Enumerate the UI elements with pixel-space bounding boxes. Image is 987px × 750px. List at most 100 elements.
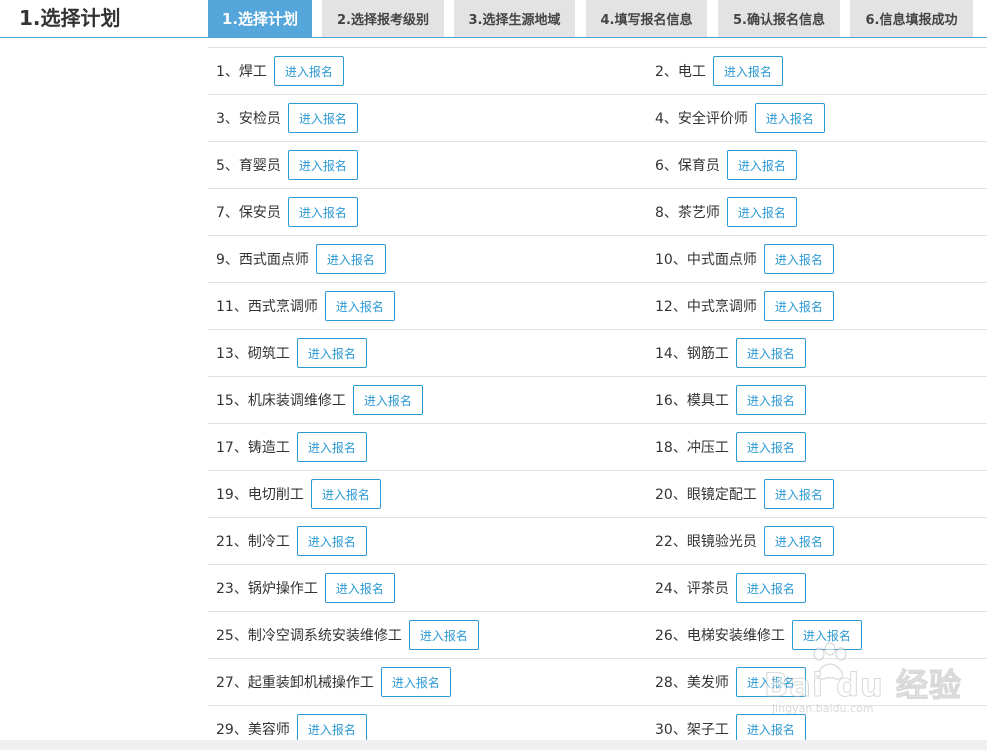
list-item: 28、美发师 进入报名 (655, 659, 806, 705)
job-name: 25、制冷空调系统安装维修工 (216, 628, 402, 644)
list-item: 20、眼镜定配工 进入报名 (655, 471, 834, 517)
table-row: 1、焊工 进入报名 2、电工 进入报名 (208, 48, 987, 95)
job-name: 5、育婴员 (216, 158, 281, 174)
list-item: 16、模具工 进入报名 (655, 377, 806, 423)
list-item: 22、眼镜验光员 进入报名 (655, 518, 834, 564)
job-name: 26、电梯安装维修工 (655, 628, 785, 644)
list-item: 21、制冷工 进入报名 (216, 518, 367, 564)
enroll-button[interactable]: 进入报名 (754, 103, 825, 133)
enroll-button[interactable]: 进入报名 (735, 714, 806, 740)
enroll-button[interactable]: 进入报名 (763, 244, 834, 274)
step-tab-3[interactable]: 3.选择生源地域 (454, 0, 575, 37)
table-row: 3、安检员 进入报名 4、安全评价师 进入报名 (208, 95, 987, 142)
step-tab-4[interactable]: 4.填写报名信息 (586, 0, 707, 37)
enroll-button[interactable]: 进入报名 (287, 103, 358, 133)
enroll-button[interactable]: 进入报名 (735, 432, 806, 462)
list-item: 13、砌筑工 进入报名 (216, 330, 367, 376)
job-name: 17、铸造工 (216, 440, 290, 456)
job-name: 12、中式烹调师 (655, 299, 757, 315)
enroll-button[interactable]: 进入报名 (324, 573, 395, 603)
job-name: 28、美发师 (655, 675, 729, 691)
enroll-button[interactable]: 进入报名 (408, 620, 479, 650)
page: 1.选择计划 1.选择计划 2.选择报考级别 3.选择生源地域 4.填写报名信息… (0, 0, 987, 750)
list-item: 8、茶艺师 进入报名 (655, 189, 797, 235)
table-row: 13、砌筑工 进入报名 14、钢筋工 进入报名 (208, 330, 987, 377)
list-item: 25、制冷空调系统安装维修工 进入报名 (216, 612, 479, 658)
enroll-button[interactable]: 进入报名 (726, 150, 797, 180)
table-row: 27、起重装卸机械操作工 进入报名 28、美发师 进入报名 (208, 659, 987, 706)
list-item: 3、安检员 进入报名 (216, 95, 358, 141)
job-name: 15、机床装调维修工 (216, 393, 346, 409)
enroll-button[interactable]: 进入报名 (763, 291, 834, 321)
enroll-button[interactable]: 进入报名 (735, 338, 806, 368)
table-row: 23、锅炉操作工 进入报名 24、评茶员 进入报名 (208, 565, 987, 612)
list-item: 26、电梯安装维修工 进入报名 (655, 612, 862, 658)
table-row: 29、美容师 进入报名 30、架子工 进入报名 (208, 706, 987, 740)
list-item: 23、锅炉操作工 进入报名 (216, 565, 395, 611)
enroll-button[interactable]: 进入报名 (791, 620, 862, 650)
step-tab-5[interactable]: 5.确认报名信息 (718, 0, 840, 37)
header: 1.选择计划 1.选择计划 2.选择报考级别 3.选择生源地域 4.填写报名信息… (0, 0, 987, 38)
enroll-button[interactable]: 进入报名 (287, 197, 358, 227)
list-item: 12、中式烹调师 进入报名 (655, 283, 834, 329)
table-row: 25、制冷空调系统安装维修工 进入报名 26、电梯安装维修工 进入报名 (208, 612, 987, 659)
step-tab-6[interactable]: 6.信息填报成功 (850, 0, 973, 37)
bottom-strip (0, 740, 987, 750)
enroll-button[interactable]: 进入报名 (352, 385, 423, 415)
enroll-button[interactable]: 进入报名 (726, 197, 797, 227)
enroll-button[interactable]: 进入报名 (763, 526, 834, 556)
list-item: 10、中式面点师 进入报名 (655, 236, 834, 282)
job-name: 21、制冷工 (216, 534, 290, 550)
enroll-button[interactable]: 进入报名 (296, 714, 367, 740)
job-name: 23、锅炉操作工 (216, 581, 318, 597)
job-name: 20、眼镜定配工 (655, 487, 757, 503)
enroll-button[interactable]: 进入报名 (310, 479, 381, 509)
job-name: 14、钢筋工 (655, 346, 729, 362)
table-row: 17、铸造工 进入报名 18、冲压工 进入报名 (208, 424, 987, 471)
list-item: 19、电切削工 进入报名 (216, 471, 381, 517)
list-item: 9、西式面点师 进入报名 (216, 236, 386, 282)
enroll-button[interactable]: 进入报名 (712, 56, 783, 86)
enroll-button[interactable]: 进入报名 (296, 526, 367, 556)
enroll-button[interactable]: 进入报名 (735, 573, 806, 603)
job-name: 1、焊工 (216, 64, 267, 80)
list-item: 14、钢筋工 进入报名 (655, 330, 806, 376)
enroll-button[interactable]: 进入报名 (287, 150, 358, 180)
job-name: 8、茶艺师 (655, 205, 720, 221)
table-row: 9、西式面点师 进入报名 10、中式面点师 进入报名 (208, 236, 987, 283)
page-title: 1.选择计划 (19, 6, 121, 30)
enroll-button[interactable]: 进入报名 (315, 244, 386, 274)
list-item: 7、保安员 进入报名 (216, 189, 358, 235)
job-name: 22、眼镜验光员 (655, 534, 757, 550)
enroll-button[interactable]: 进入报名 (380, 667, 451, 697)
list-item: 5、育婴员 进入报名 (216, 142, 358, 188)
list-item: 30、架子工 进入报名 (655, 706, 806, 740)
job-name: 13、砌筑工 (216, 346, 290, 362)
list-item: 2、电工 进入报名 (655, 48, 783, 94)
job-name: 11、西式烹调师 (216, 299, 318, 315)
table-row: 19、电切削工 进入报名 20、眼镜定配工 进入报名 (208, 471, 987, 518)
list-item: 18、冲压工 进入报名 (655, 424, 806, 470)
step-tab-1[interactable]: 1.选择计划 (208, 0, 312, 37)
table-row: 5、育婴员 进入报名 6、保育员 进入报名 (208, 142, 987, 189)
list-item: 24、评茶员 进入报名 (655, 565, 806, 611)
list-item: 17、铸造工 进入报名 (216, 424, 367, 470)
enroll-button[interactable]: 进入报名 (273, 56, 344, 86)
list-item: 15、机床装调维修工 进入报名 (216, 377, 423, 423)
job-name: 3、安检员 (216, 111, 281, 127)
job-name: 30、架子工 (655, 722, 729, 738)
list-item: 6、保育员 进入报名 (655, 142, 797, 188)
step-tab-2[interactable]: 2.选择报考级别 (322, 0, 444, 37)
job-name: 7、保安员 (216, 205, 281, 221)
job-name: 9、西式面点师 (216, 252, 309, 268)
job-name: 29、美容师 (216, 722, 290, 738)
job-name: 18、冲压工 (655, 440, 729, 456)
enroll-button[interactable]: 进入报名 (296, 338, 367, 368)
enroll-button[interactable]: 进入报名 (763, 479, 834, 509)
enroll-button[interactable]: 进入报名 (735, 385, 806, 415)
job-name: 24、评茶员 (655, 581, 729, 597)
enroll-button[interactable]: 进入报名 (324, 291, 395, 321)
job-name: 27、起重装卸机械操作工 (216, 675, 374, 691)
enroll-button[interactable]: 进入报名 (296, 432, 367, 462)
enroll-button[interactable]: 进入报名 (735, 667, 806, 697)
